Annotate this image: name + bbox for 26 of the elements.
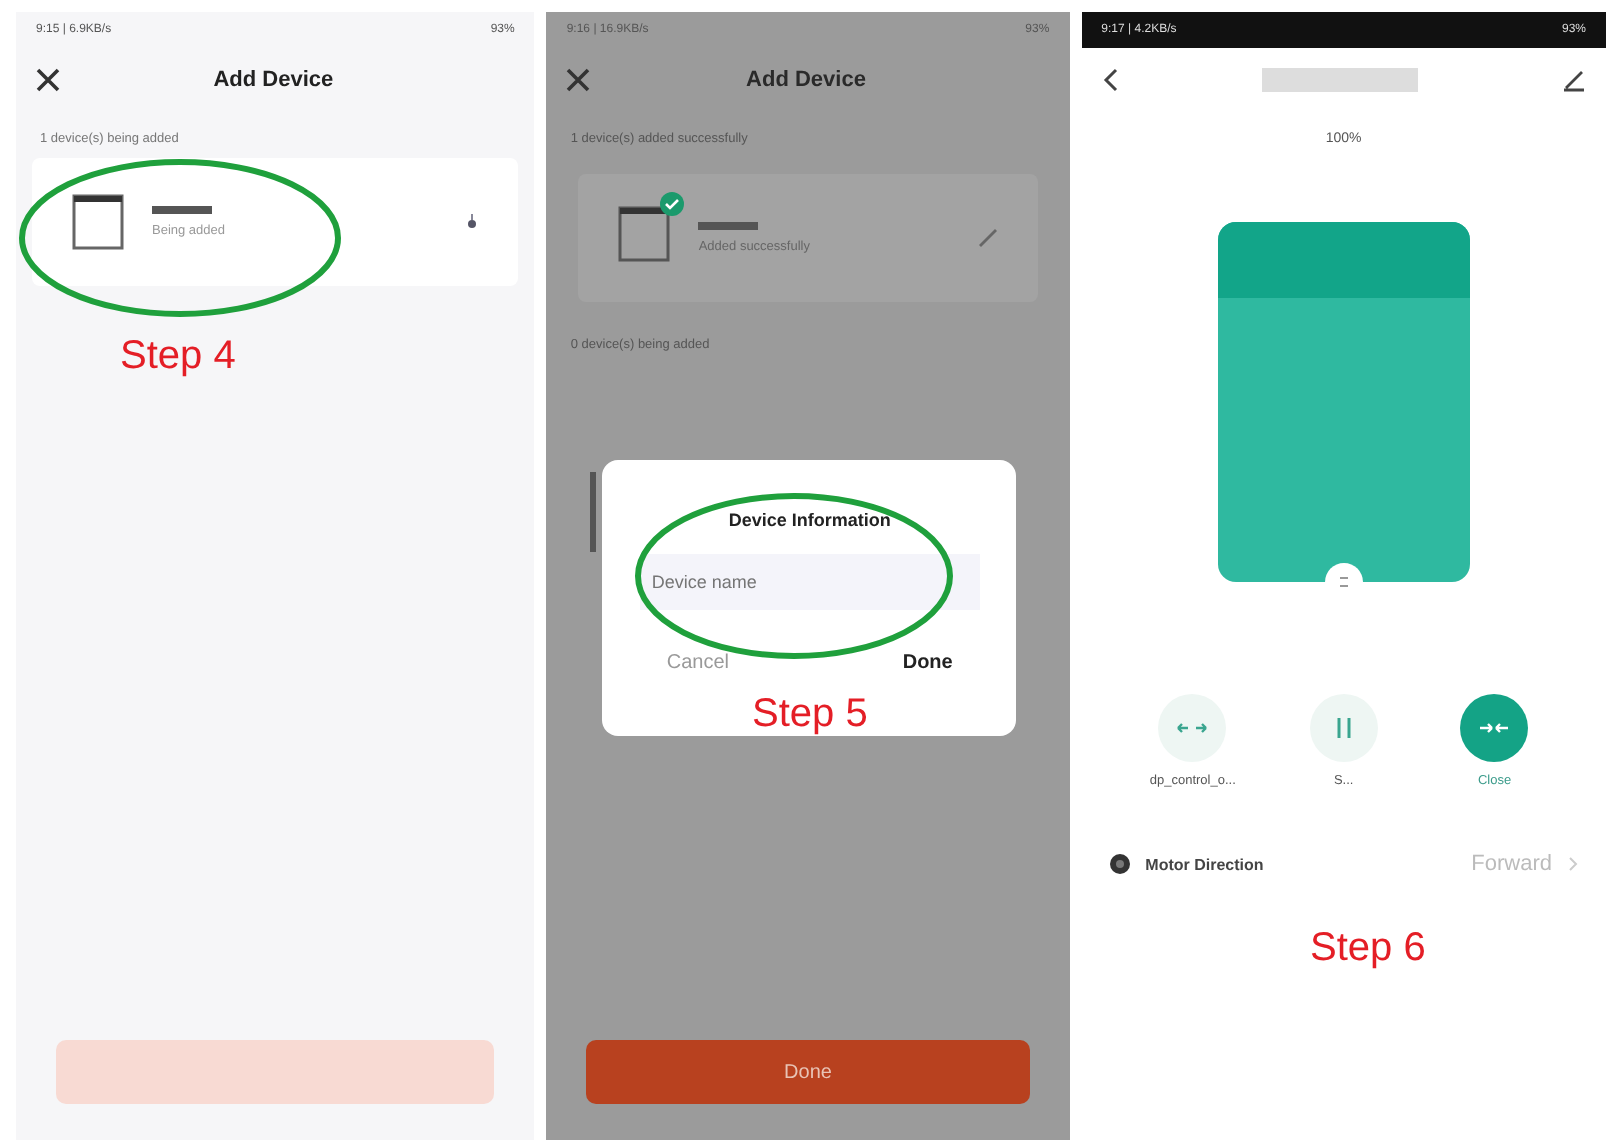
step-label: Step 5 (752, 692, 868, 738)
window-device-icon (618, 205, 671, 261)
chevron-icon (1568, 856, 1578, 872)
check-badge-icon (660, 191, 685, 215)
redacted-name (152, 206, 212, 214)
back-icon[interactable] (1101, 68, 1118, 92)
redacted-name (698, 222, 759, 230)
arrows-together-icon (1478, 720, 1511, 736)
setting-value[interactable]: Forward (1471, 852, 1552, 876)
screen-title: Add Device (744, 68, 868, 92)
gear-icon (1109, 854, 1130, 874)
device-name-field[interactable]: Device name (639, 554, 980, 610)
cancel-button[interactable]: Cancel (654, 650, 741, 676)
arrows-apart-icon (1176, 720, 1209, 736)
window-device-icon (72, 194, 124, 250)
done-button[interactable]: Done (890, 650, 965, 676)
dialog-title: Device Information (728, 510, 891, 530)
step-label: Step 4 (120, 334, 236, 380)
screen-title: Add Device (211, 68, 336, 92)
pencil-icon[interactable] (1562, 68, 1586, 92)
close-icon[interactable] (36, 68, 60, 92)
spinner-icon (466, 214, 479, 230)
step-label: Step 6 (1310, 926, 1426, 972)
pause-icon (1335, 718, 1352, 738)
done-button[interactable]: Done (586, 1040, 1030, 1104)
setting-label: Motor Direction (1145, 855, 1266, 873)
